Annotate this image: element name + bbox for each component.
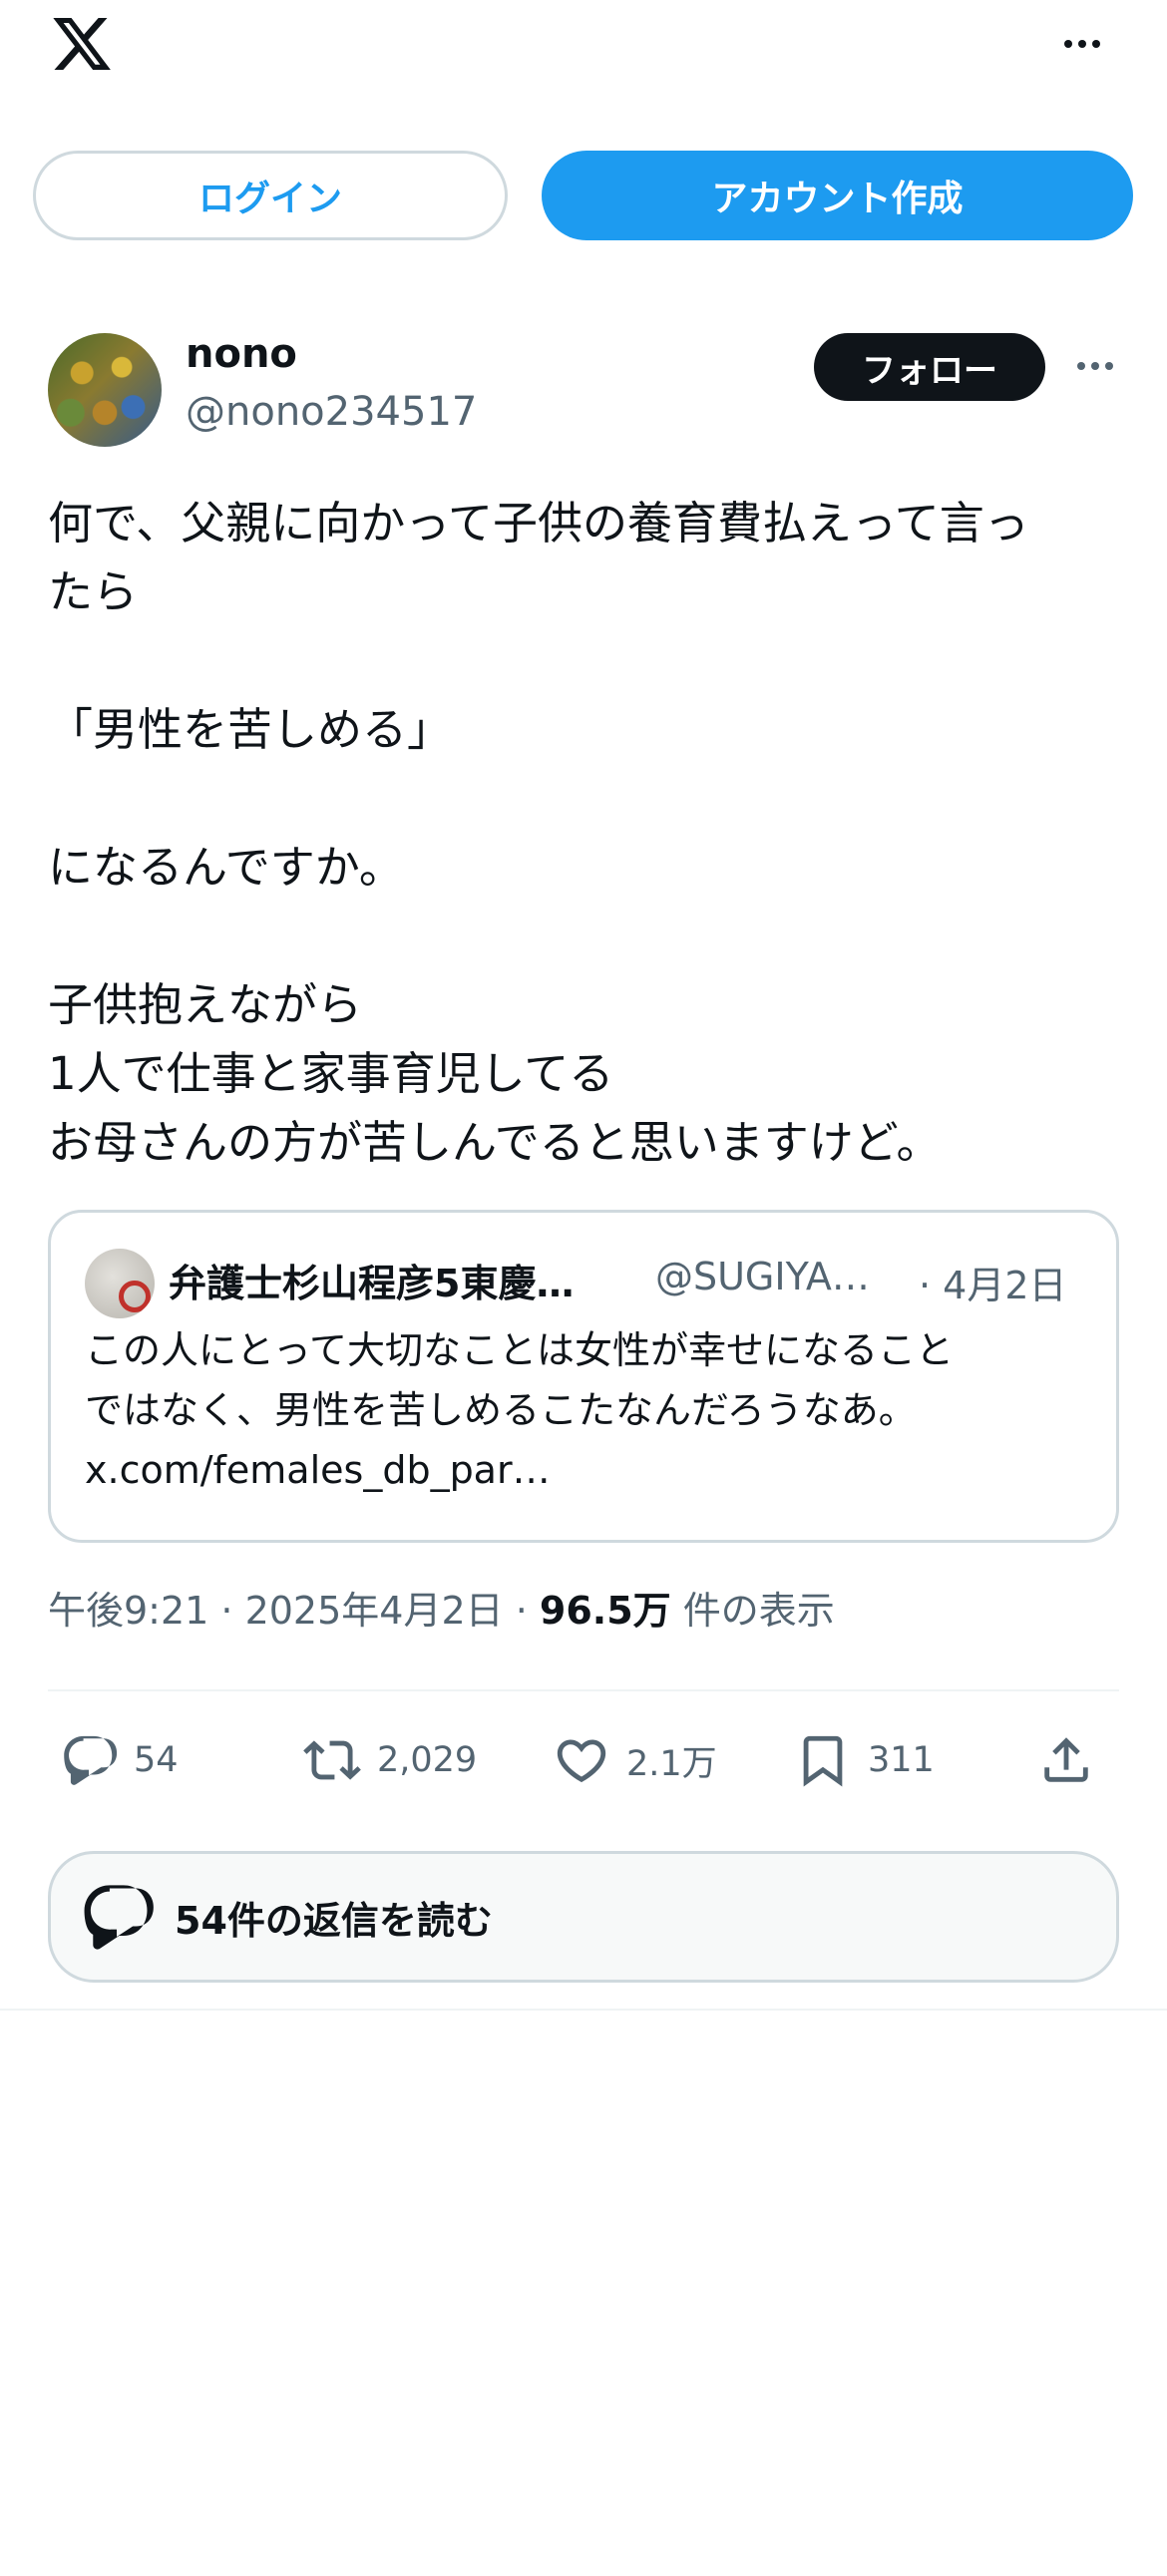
tweet-text-line: 1人で仕事と家事育児してる [48,1047,614,1100]
tweet-text-line: お母さんの方が苦しんでると思いますけど。 [48,1116,942,1169]
tweet-text: 何で、父親に向かって子供の養育費払えって言っ たら 「男性を苦しめる」 になるん… [48,489,1125,1177]
read-replies-label: 54件の返信を読む [175,1898,493,1943]
x-logo-icon[interactable] [48,12,116,76]
follow-button[interactable]: フォロー [814,333,1045,401]
quoted-link[interactable]: x.com/females_db_par… [85,1440,1092,1500]
heart-icon [557,1739,606,1783]
bookmark-count: 311 [868,1740,935,1780]
repost-button[interactable]: 2,029 [303,1725,477,1795]
create-account-button[interactable]: アカウント作成 [542,151,1133,240]
read-replies-button[interactable]: 54件の返信を読む [48,1851,1119,1983]
like-button[interactable]: 2.1万 [553,1725,717,1795]
reply-count: 54 [134,1740,179,1780]
bookmark-icon [803,1735,843,1787]
like-count: 2.1万 [626,1743,717,1784]
tweet-text-line: 「男性を苦しめる」 [48,703,453,756]
top-bar [0,0,1167,90]
reply-icon [64,1735,118,1785]
repost-icon [303,1740,361,1780]
quoted-text-line: この人にとって大切なことは女性が幸せになること [85,1328,954,1372]
avatar[interactable] [48,333,162,447]
quoted-date: · 4月2日 [919,1264,1067,1307]
quoted-tweet-card[interactable]: 弁護士杉山程彦5東慶… @SUGIYA… · 4月2日 この人にとって大切なこと… [48,1210,1119,1543]
quoted-handle: @SUGIYA… [655,1255,870,1298]
login-button[interactable]: ログイン [33,151,508,240]
post-timestamp[interactable]: 午後9:21 · 2025年4月2日 · [48,1589,540,1633]
tweet-text-line [48,902,1125,970]
reply-bubble-icon [84,1885,154,1950]
display-name[interactable]: nono [186,331,297,377]
post-more-icon[interactable] [1069,351,1121,381]
view-count: 96.5万 [539,1589,671,1633]
view-count-suffix: 件の表示 [670,1589,835,1633]
bottom-divider [0,2009,1167,2011]
share-button[interactable] [1037,1725,1095,1795]
share-icon [1044,1737,1088,1782]
user-handle[interactable]: @nono234517 [186,389,477,435]
quoted-avatar [85,1249,155,1318]
repost-count: 2,029 [377,1740,478,1780]
more-horizontal-icon[interactable] [1055,22,1109,66]
quoted-text-line: ではなく、男性を苦しめるこたなんだろうなあ。 [85,1388,917,1432]
tweet-text-line [48,764,1125,833]
quoted-text: この人にとって大切なことは女性が幸せになること ではなく、男性を苦しめるこたなん… [85,1320,1092,1500]
divider [48,1689,1119,1691]
post-meta: 午後9:21 · 2025年4月2日 · 96.5万 件の表示 [48,1580,835,1635]
tweet-text-line: になるんですか。 [48,841,404,894]
tweet-text-line: 何で、父親に向かって子供の養育費払えって言っ [48,497,1029,550]
reply-button[interactable]: 54 [60,1725,179,1795]
tweet-text-line [48,626,1125,695]
tweet-text-line: 子供抱えながら [48,978,363,1031]
quoted-display-name: 弁護士杉山程彦5東慶… [169,1262,575,1305]
tweet-text-line: たら [48,565,139,618]
bookmark-button[interactable]: 311 [794,1725,935,1795]
